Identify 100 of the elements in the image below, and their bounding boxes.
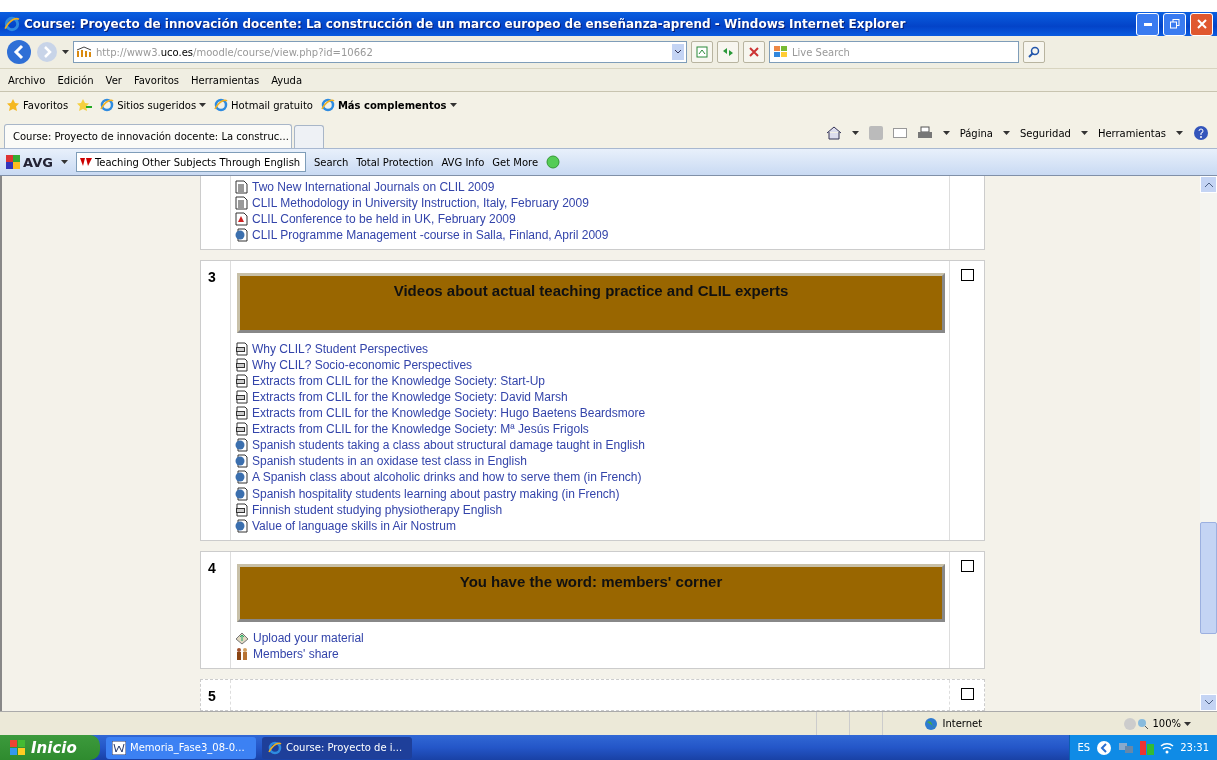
scroll-up-icon[interactable] [1204,182,1213,187]
resource-link[interactable]: CLIL Conference to be held in UK, February 2009 [235,211,945,228]
scroll-down-icon[interactable] [1204,700,1213,705]
toolbar-button[interactable]: Get More [492,156,539,168]
toolbar-button[interactable]: Total Protection [356,156,434,168]
resource-link[interactable]: Spanish students taking a class about structural damage taught in English [235,437,945,454]
resource-link[interactable]: Members' share [235,646,945,662]
resource-link[interactable]: Extracts from CLIL for the Knowledge Society: Start-Up [235,372,945,389]
resource-link[interactable]: Two New International Journals on CLIL 2009 [235,179,945,196]
favorites-link[interactable]: Sitios sugeridos [100,98,207,112]
restore-button[interactable] [1163,12,1186,36]
toolbar-button[interactable]: Search [313,156,349,168]
scroll-thumb[interactable] [1200,522,1217,634]
highlight-checkbox[interactable] [960,559,974,572]
page-icon [696,46,708,58]
caret-icon[interactable] [199,103,207,107]
refresh-icon [722,46,734,58]
video-file-icon [235,422,248,437]
resource-link[interactable]: A Spanish class about alcoholic drinks and how to serve them (in French) [235,469,945,486]
favorites-link[interactable]: Más complementos [320,98,457,112]
taskbar-button[interactable]: Memoria_Fase3_08-0... [106,736,256,759]
people-icon [235,647,249,662]
address-field[interactable]: http://www3.uco.es/moodle/course/view.php?id=10662 [73,41,687,63]
ie-logo-icon [268,740,282,755]
caret-icon[interactable] [449,103,457,107]
menu-item[interactable]: Ver [105,74,122,86]
resource-link[interactable]: Upload your material [235,630,945,647]
favorites-link[interactable]: Hotmail gratuito [214,98,313,112]
resource-link[interactable]: Spanish students in an oxidase test class in English [235,453,945,470]
toolbar-search-field[interactable]: Teaching Other Subjects Through English [75,152,306,172]
back-button[interactable] [6,39,32,65]
star-icon [6,98,20,112]
caret-icon[interactable] [1184,721,1191,726]
minimize-icon [1143,22,1152,26]
help-icon[interactable] [1193,125,1209,141]
resource-link[interactable]: Extracts from CLIL for the Knowledge Society: Mª Jesús Frigols [235,421,945,438]
video-file-icon [235,390,248,404]
stop-button[interactable] [743,41,765,63]
wifi-icon[interactable] [1160,740,1175,755]
menu-item[interactable]: Edición [57,74,94,86]
document-icon [235,196,248,211]
section-title: You have the word: members' corner [459,572,723,591]
ie-logo-icon [4,16,20,32]
caret-icon[interactable] [60,160,68,164]
resource-link[interactable]: Why CLIL? Socio-economic Perspectives [235,356,945,373]
word-document-icon [112,740,126,755]
resource-link[interactable]: Extracts from CLIL for the Knowledge Society: David Marsh [235,388,945,406]
resource-link[interactable]: Value of language skills in Air Nostrum [235,517,945,534]
resource-link[interactable]: Why CLIL? Student Perspectives [235,340,945,357]
caret-icon[interactable] [1176,131,1183,135]
taskbar-button[interactable]: Course: Proyecto de i... [262,736,412,759]
toolbar-button[interactable]: AVG Info [441,156,485,168]
dropdown-icon[interactable] [672,44,684,60]
resource-link[interactable]: Spanish hospitality students learning about pastry making (in French) [235,485,945,502]
favorites-button[interactable]: Favoritos [6,98,69,112]
document-icon [235,180,248,195]
caret-icon[interactable] [1002,131,1010,135]
close-button[interactable] [1190,12,1213,36]
print-icon[interactable] [916,126,933,140]
yahoo-icon [79,157,92,167]
menu-item[interactable]: Archivo [8,74,46,86]
resource-link[interactable]: Finnish student studying physiotherapy English [235,501,945,518]
start-button[interactable]: Inicio [0,735,100,760]
highlight-checkbox[interactable] [960,269,974,282]
menu-item[interactable]: Herramientas [191,74,260,86]
tray-expand-icon[interactable] [1096,739,1113,756]
video-file-icon [235,502,248,517]
ie-logo-icon [100,98,115,112]
resource-link[interactable]: CLIL Programme Management -course in Salla, Finland, April 2009 [235,227,945,244]
search-button[interactable] [1023,41,1045,63]
scrollbar[interactable] [1200,176,1217,711]
home-icon[interactable] [825,126,842,140]
command-menu[interactable]: Seguridad [1019,127,1071,139]
zoom-level[interactable]: 100% [1137,717,1217,730]
resource-link[interactable]: Extracts from CLIL for the Knowledge Society: Hugo Baetens Beardsmore [235,405,945,422]
caret-icon[interactable] [851,131,859,135]
add-favorite-icon[interactable] [76,98,93,112]
globe-document-icon [235,470,248,485]
section-title: Videos about actual teaching practice and CLIL experts [393,282,789,301]
caret-icon[interactable] [942,131,950,135]
menu-item[interactable]: Ayuda [271,74,303,86]
color-blocks-icon[interactable] [1140,740,1155,755]
moodle-logo-icon [76,46,92,58]
command-menu[interactable]: Página [959,127,993,139]
avg-button[interactable]: AVG [6,154,53,170]
window-title: Course: Proyecto de innovación docente: La construcción de un marco europeo de enseñanza-aprend - Windows Internet Explorer [24,17,907,31]
menu-item[interactable]: Favoritos [133,74,180,86]
command-menu[interactable]: Herramientas [1097,127,1166,139]
language-indicator[interactable]: ES [1077,742,1091,753]
clock: 23:31 [1180,742,1209,753]
minimize-button[interactable] [1136,12,1159,36]
caret-icon[interactable] [1080,131,1088,135]
caret-icon[interactable] [62,50,69,54]
video-file-icon [235,357,248,372]
refresh-button[interactable] [717,41,739,63]
resource-link[interactable]: CLIL Methodology in University Instruction, Italy, February 2009 [235,195,945,212]
globe-document-icon [235,454,248,469]
video-file-icon [235,373,248,388]
browser-tab[interactable]: Course: Proyecto de innovación docente: La construc... [4,124,292,148]
highlight-checkbox[interactable] [960,688,974,700]
